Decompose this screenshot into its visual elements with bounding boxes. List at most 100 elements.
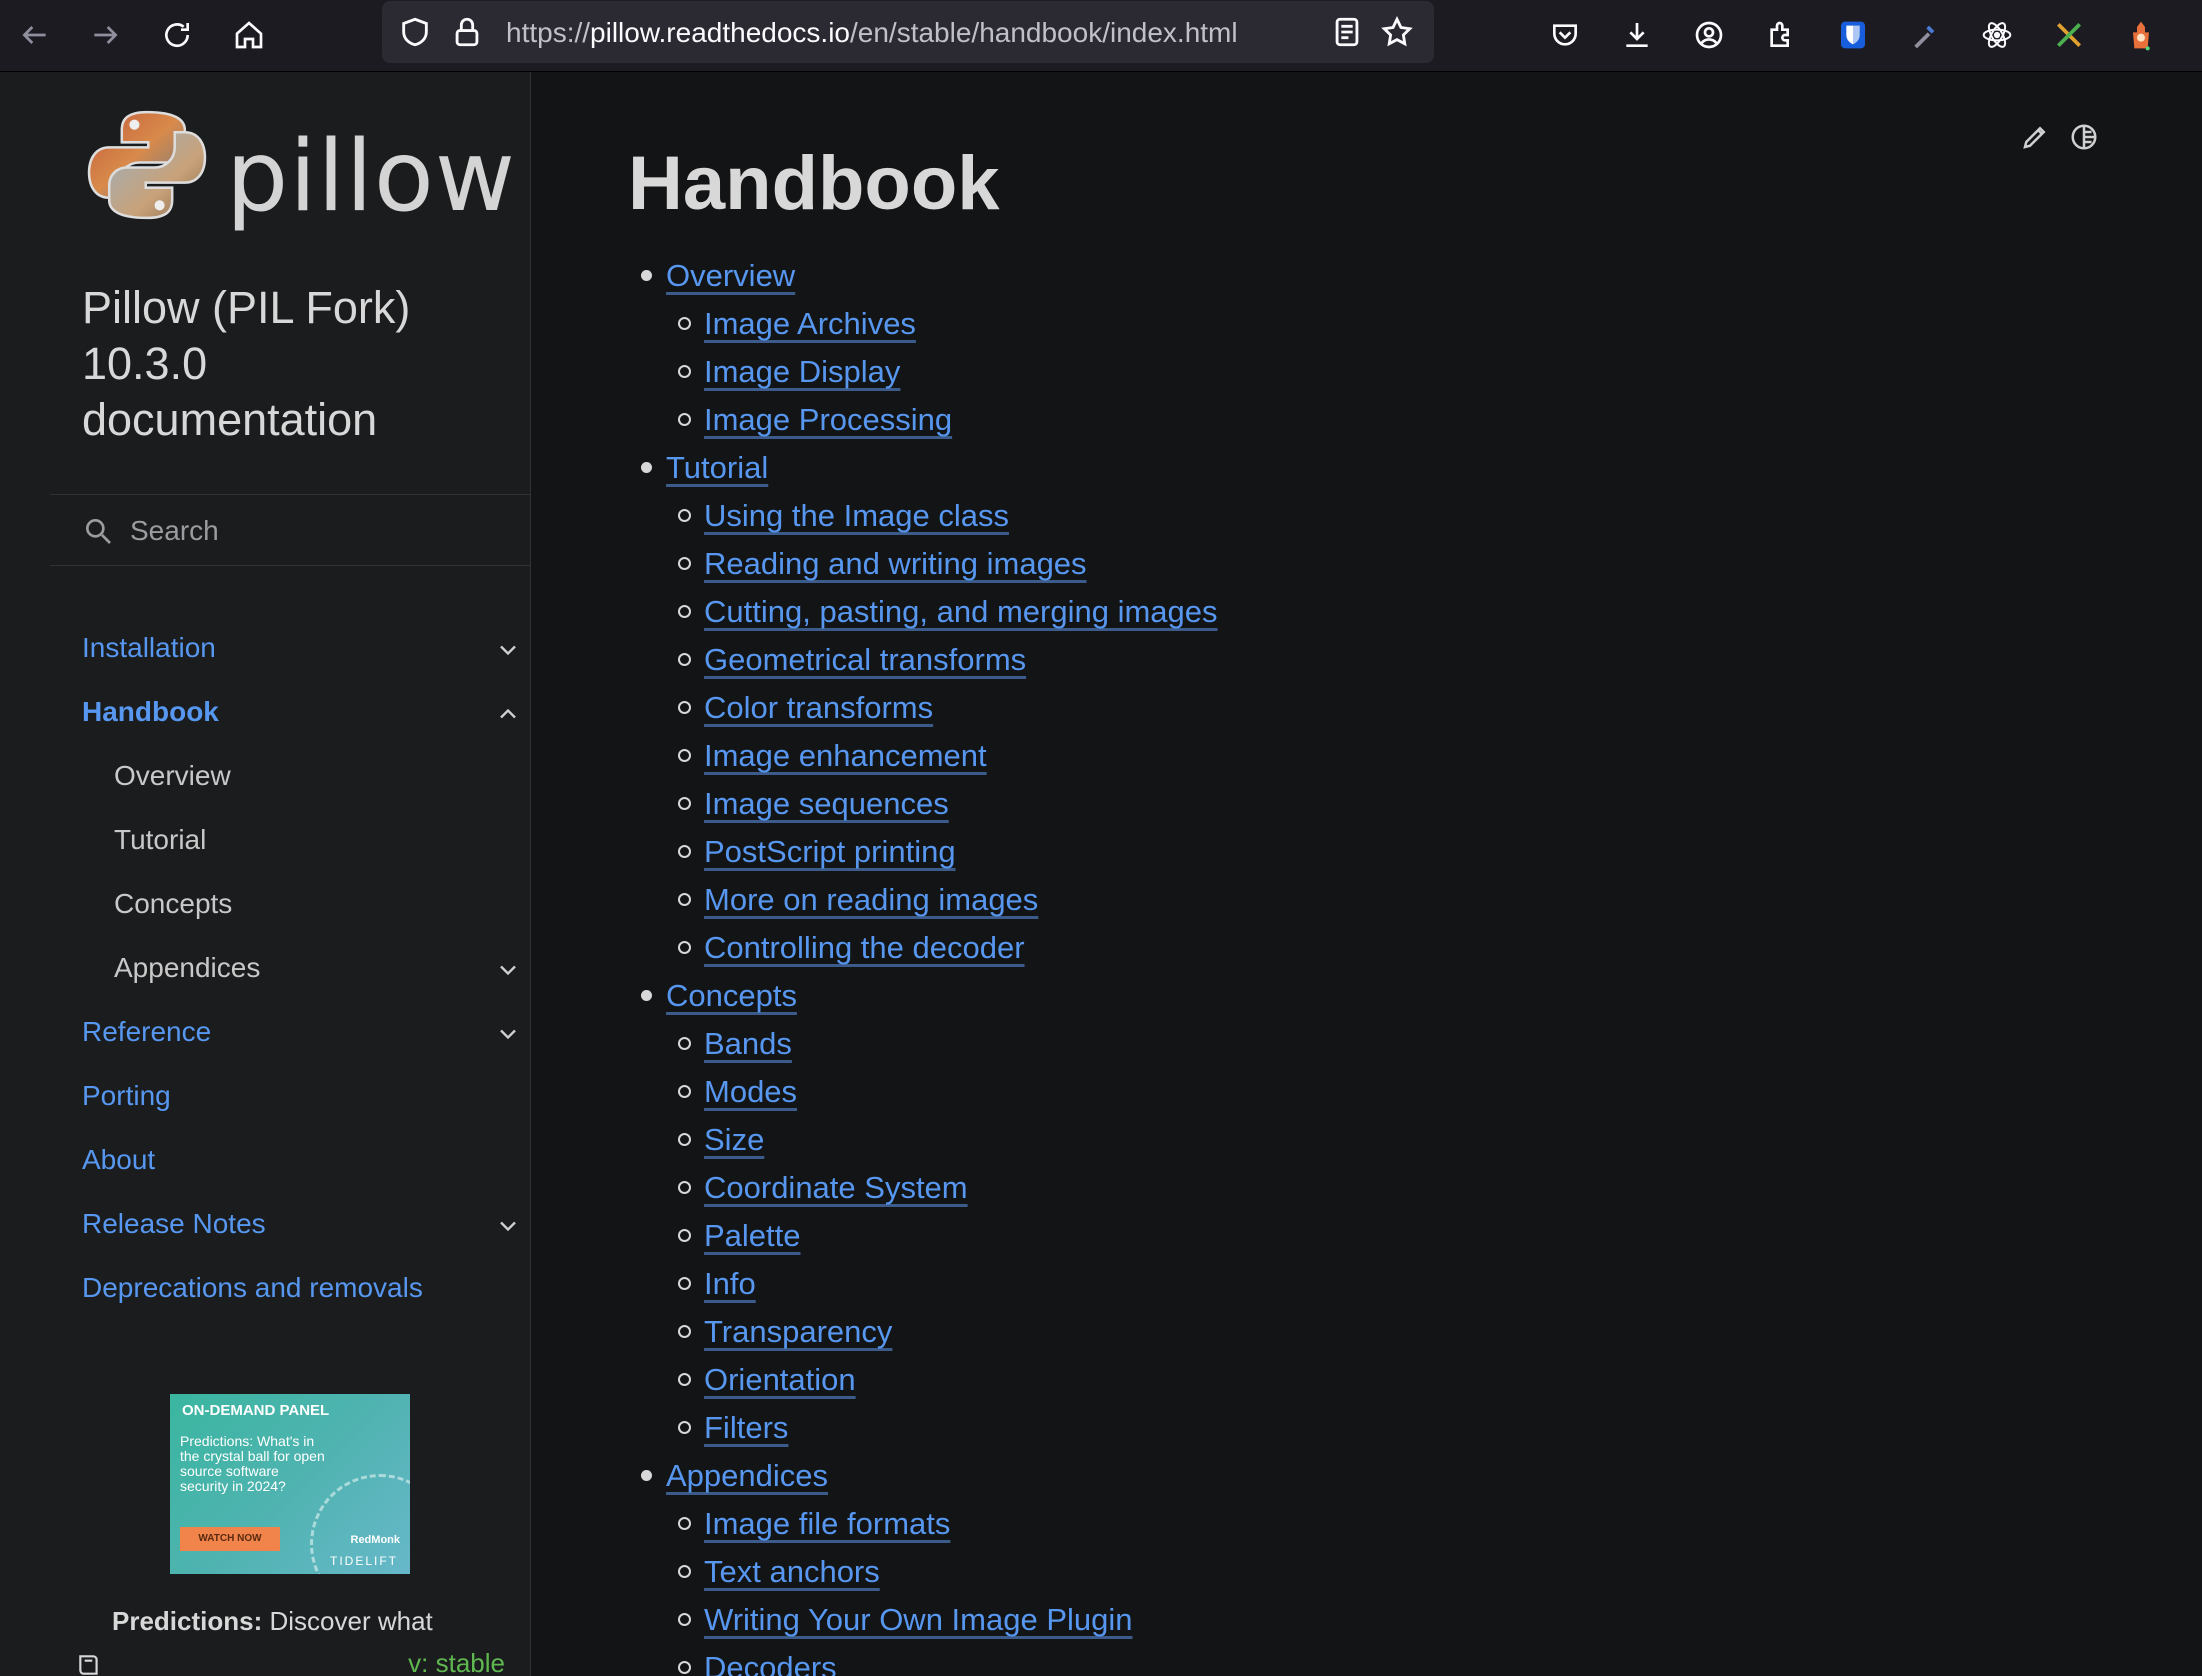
ad-brand-tidelift: TIDELIFT [329, 1554, 398, 1568]
toc-subsection-item: Orientation [678, 1356, 856, 1404]
chevron-down-icon[interactable] [494, 1020, 522, 1048]
bullet-icon [678, 1133, 691, 1146]
toc-subsection-link[interactable]: Palette [704, 1218, 801, 1253]
toc-subsection-link[interactable]: Image sequences [704, 786, 949, 821]
bullet-icon [678, 1277, 691, 1290]
toc-subsection-link[interactable]: Orientation [704, 1362, 856, 1397]
toc-subsection-link[interactable]: Size [704, 1122, 764, 1157]
toc-subsection-link[interactable]: Decoders [704, 1650, 837, 1676]
toc-subsection-link[interactable]: More on reading images [704, 882, 1038, 917]
forward-icon[interactable] [82, 12, 128, 58]
sidebar-item-label: Deprecations and removals [82, 1272, 423, 1303]
chevron-down-icon[interactable] [494, 956, 522, 984]
bullet-icon [678, 509, 691, 522]
toc-subsection-link[interactable]: Image Archives [704, 306, 916, 341]
bullet-icon [678, 1181, 691, 1194]
toc-subsection-link[interactable]: PostScript printing [704, 834, 956, 869]
bullet-icon [678, 1517, 691, 1530]
toc-subsection-link[interactable]: Modes [704, 1074, 797, 1109]
toc-subsection-link[interactable]: Reading and writing images [704, 546, 1087, 581]
ad-caption-text: Discover what [262, 1606, 433, 1636]
sidebar-item-handbook[interactable]: Handbook [82, 684, 522, 740]
sidebar-item-release-notes[interactable]: Release Notes [82, 1196, 522, 1252]
toc-subsection-link[interactable]: Text anchors [704, 1554, 880, 1589]
toc-subsection-item: Image enhancement [678, 732, 987, 780]
sidebar-item-porting[interactable]: Porting [82, 1068, 522, 1124]
version-footer[interactable]: v: stable [0, 1648, 530, 1676]
toc-subsection-link[interactable]: Image Processing [704, 402, 952, 437]
toc-section-link[interactable]: Tutorial [666, 450, 768, 485]
toc-subsection-link[interactable]: Coordinate System [704, 1170, 968, 1205]
toc-subsection-link[interactable]: Info [704, 1266, 756, 1301]
version-selector[interactable]: v: stable [408, 1648, 505, 1676]
sidebar-item-label: Overview [114, 760, 231, 791]
home-icon[interactable] [226, 12, 272, 58]
toc-section-link[interactable]: Concepts [666, 978, 797, 1013]
toc-section-item: Overview [641, 252, 795, 300]
ad-label: ON-DEMAND PANEL [182, 1402, 330, 1419]
tools-extension-icon[interactable] [2046, 12, 2092, 58]
toc-subsection-link[interactable]: Image enhancement [704, 738, 987, 773]
reader-view-icon[interactable] [1330, 15, 1364, 49]
extensions-icon[interactable] [1758, 12, 1804, 58]
toc-subsection-item: Controlling the decoder [678, 924, 1025, 972]
bitwarden-icon[interactable] [1830, 12, 1876, 58]
download-icon[interactable] [1614, 12, 1660, 58]
firefox-relay-icon[interactable] [2118, 12, 2164, 58]
toc-section-link[interactable]: Appendices [666, 1458, 828, 1493]
toc-subsection-item: Using the Image class [678, 492, 1009, 540]
bullet-icon [678, 1085, 691, 1098]
toc-subsection-item: Writing Your Own Image Plugin [678, 1596, 1133, 1644]
lock-icon[interactable] [450, 15, 484, 49]
sidebar-item-tutorial[interactable]: Tutorial [114, 812, 522, 868]
pillow-logo[interactable]: pillow [84, 102, 515, 234]
back-icon[interactable] [12, 12, 58, 58]
bullet-icon [678, 1565, 691, 1578]
bookmark-star-icon[interactable] [1380, 15, 1414, 49]
sidebar-item-appendices[interactable]: Appendices [114, 940, 522, 996]
toc-subsection-item: More on reading images [678, 876, 1038, 924]
reload-icon[interactable] [154, 12, 200, 58]
sidebar-item-deprecations[interactable]: Deprecations and removals [82, 1260, 522, 1316]
toc-subsection-link[interactable]: Bands [704, 1026, 792, 1061]
sidebar-item-concepts[interactable]: Concepts [114, 876, 522, 932]
pocket-icon[interactable] [1542, 12, 1588, 58]
sidebar-item-reference[interactable]: Reference [82, 1004, 522, 1060]
chevron-down-icon[interactable] [494, 1212, 522, 1240]
url-text[interactable]: https://pillow.readthedocs.io/en/stable/… [506, 17, 1238, 49]
search-input[interactable] [130, 509, 510, 553]
watch-now-button[interactable]: WATCH NOW [180, 1527, 280, 1551]
color-picker-icon[interactable] [1902, 12, 1948, 58]
sponsor-ad-image[interactable]: ON-DEMAND PANEL Predictions: What's in t… [170, 1394, 410, 1574]
toc-subsection-link[interactable]: Using the Image class [704, 498, 1009, 533]
bullet-icon [678, 317, 691, 330]
theme-toggle-icon[interactable] [2069, 122, 2099, 152]
toc-subsection-link[interactable]: Filters [704, 1410, 788, 1445]
bullet-icon [641, 462, 652, 473]
chevron-up-icon[interactable] [494, 700, 522, 728]
toc-subsection-link[interactable]: Image file formats [704, 1506, 950, 1541]
toc-subsection-link[interactable]: Controlling the decoder [704, 930, 1025, 965]
bullet-icon [678, 653, 691, 666]
edit-pencil-icon[interactable] [2020, 122, 2050, 152]
shield-icon[interactable] [398, 15, 432, 49]
bullet-icon [678, 1037, 691, 1050]
url-bar[interactable]: https://pillow.readthedocs.io/en/stable/… [382, 1, 1434, 63]
sidebar-item-about[interactable]: About [82, 1132, 522, 1188]
toc-subsection-link[interactable]: Geometrical transforms [704, 642, 1026, 677]
toc-subsection-link[interactable]: Color transforms [704, 690, 933, 725]
toc-subsection-link[interactable]: Cutting, pasting, and merging images [704, 594, 1218, 629]
sidebar-item-installation[interactable]: Installation [82, 620, 522, 676]
chevron-down-icon[interactable] [494, 636, 522, 664]
sidebar-item-overview[interactable]: Overview [114, 748, 522, 804]
toc-subsection-link[interactable]: Writing Your Own Image Plugin [704, 1602, 1133, 1637]
account-icon[interactable] [1686, 12, 1732, 58]
react-devtools-icon[interactable] [1974, 12, 2020, 58]
bullet-icon [678, 1373, 691, 1386]
ad-caption[interactable]: Predictions: Discover what [112, 1606, 433, 1637]
toc-subsection-link[interactable]: Transparency [704, 1314, 892, 1349]
bullet-icon [678, 1661, 691, 1674]
project-title[interactable]: Pillow (PIL Fork) 10.3.0 documentation [82, 280, 482, 448]
toc-subsection-link[interactable]: Image Display [704, 354, 900, 389]
toc-section-link[interactable]: Overview [666, 258, 795, 293]
